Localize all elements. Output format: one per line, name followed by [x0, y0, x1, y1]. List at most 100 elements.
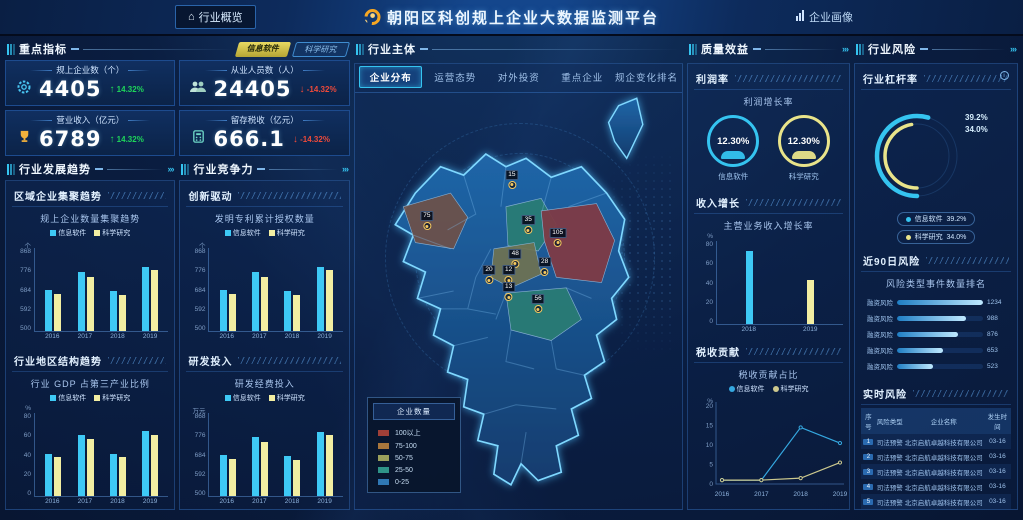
hatch-decoration	[746, 199, 841, 206]
dash-decoration	[95, 168, 103, 170]
gauge-label: 信息软件	[718, 171, 748, 182]
map-legend-title: 企业数量	[373, 403, 455, 420]
nav-industry-overview[interactable]: ⌂ 行业概览	[175, 5, 256, 29]
industry-main-panel: 企业分布运营态势对外投资重点企业规企变化排名	[354, 63, 683, 510]
tax-icon	[189, 129, 207, 149]
hatch-decoration	[108, 192, 166, 199]
hatch-decoration	[926, 257, 1009, 264]
trophy-icon	[15, 129, 33, 149]
profit-gauge: 12.30% 信息软件	[707, 115, 759, 182]
gauge-label: 科学研究	[789, 171, 819, 182]
stat-card-label: 规上企业数（个）	[11, 64, 169, 76]
legend-item: 0-25	[368, 476, 460, 488]
risk-rank-row: 融资风险653	[863, 345, 1009, 355]
legend-chip: 信息软件 39.2%	[897, 212, 976, 226]
dash-decoration	[920, 48, 928, 50]
risk-table-row[interactable]: 2司法预警北京启航卓越科技有限公司03-16	[861, 449, 1011, 464]
risk-header: 行业风险 ›››	[854, 39, 1018, 60]
tab-4[interactable]: 规企变化排名	[615, 67, 678, 87]
risk-table-row[interactable]: 1司法预警北京启航卓越科技有限公司03-16	[861, 434, 1011, 449]
stat-card: 留存税收（亿元） 666.1 ↓ -14.32%	[179, 110, 349, 156]
legend-chip: 科学研究 34.0%	[897, 230, 976, 244]
filter-pill[interactable]: 科学研究	[292, 42, 350, 57]
gauge-ring: 12.30%	[707, 115, 759, 167]
pin-icon	[534, 305, 542, 313]
hatch-decoration	[238, 357, 340, 364]
section-title: 重点指标	[19, 41, 67, 57]
section-bars-icon	[181, 164, 189, 175]
map-marker[interactable]: 105	[549, 228, 566, 247]
income-growth-chart: %80604020020182019	[694, 233, 843, 333]
line-decoration	[107, 169, 163, 170]
marker-value: 20	[482, 265, 495, 275]
pin-icon	[485, 276, 493, 284]
risk-table-row[interactable]: 4司法预警北京启航卓越科技有限公司03-16	[861, 479, 1011, 494]
stat-card: 从业人员数（人） 24405 ↓ -14.32%	[179, 60, 349, 106]
quality-header: 质量效益 ›››	[687, 39, 850, 60]
competitiveness-column: 行业竞争力 ››› 创新驱动 发明专利累计授权数量 信息软件科学研究个86877…	[179, 159, 349, 510]
marker-value: 12	[502, 265, 515, 275]
more-icon[interactable]: ›››	[342, 164, 348, 174]
section-title: 行业主体	[368, 41, 416, 57]
gauge-value: 12.30%	[717, 136, 749, 147]
chart-title: 主营业务收入增长率	[694, 214, 843, 233]
subsection-header: 实时风险	[861, 383, 1011, 405]
subsection-header: 行业地区结构趋势	[12, 350, 168, 372]
tab-1[interactable]: 运营态势	[424, 67, 486, 87]
subsection-header: 区域企业集聚趋势	[12, 185, 168, 207]
risk-table-row[interactable]: 5司法预警北京启航卓越科技有限公司03-16	[861, 494, 1011, 509]
stat-card-label: 留存税收（亿元）	[185, 114, 343, 126]
more-icon[interactable]: ›››	[1010, 44, 1016, 54]
info-icon[interactable]: i	[1000, 71, 1009, 80]
industry-filter-pills: 信息软件科学研究	[237, 42, 348, 57]
map-marker[interactable]: 20	[482, 265, 495, 284]
marker-value: 56	[531, 294, 544, 304]
hatch-decoration	[238, 192, 340, 199]
map-marker[interactable]: 35	[522, 215, 535, 234]
quality-panel: 利润率 利润增长率 12.30% 信息软件 12.30% 科学研究 收入增长 主…	[687, 63, 850, 510]
gauge-ring: 12.30%	[778, 115, 830, 167]
map-marker[interactable]: 13	[502, 282, 515, 301]
tab-3[interactable]: 重点企业	[552, 67, 614, 87]
risk-rank-row: 融资风险1234	[863, 297, 1009, 307]
marker-value: 13	[502, 282, 515, 292]
nav-enterprise-portrait[interactable]: 企业画像	[786, 6, 863, 28]
map-marker[interactable]: 56	[531, 294, 544, 313]
marker-value: 35	[522, 215, 535, 225]
risk-rank-chart: 融资风险1234融资风险988融资风险876融资风险653融资风险523	[861, 291, 1011, 377]
people-icon	[189, 80, 207, 99]
hatch-decoration	[924, 75, 1009, 82]
chart-title: 税收贡献占比	[694, 363, 843, 382]
leverage-gauge: 39.2%34.0%	[861, 90, 1011, 210]
more-icon[interactable]: ›››	[167, 164, 173, 174]
map-marker[interactable]: 15	[505, 170, 518, 189]
filter-pill[interactable]: 信息软件	[235, 42, 291, 57]
stat-delta: ↑ 14.32%	[109, 84, 143, 95]
tab-2[interactable]: 对外投资	[488, 67, 550, 87]
rnd-chart: 信息软件科学研究万元868776684592500201620172018201…	[186, 391, 342, 505]
svg-text:2017: 2017	[754, 491, 769, 498]
district-map-area: 157535105482820121356 企业数量 100以上75-10050…	[355, 93, 682, 509]
main-content: 重点指标 信息软件科学研究 规上企业数（个） 4405 ↑ 14.32% 从业人…	[0, 34, 1023, 515]
map-marker[interactable]: 75	[420, 211, 433, 230]
svg-text:39.2%: 39.2%	[965, 113, 988, 122]
subsection-header: 行业杠杆率i	[861, 68, 1011, 90]
more-icon[interactable]: ›››	[842, 44, 848, 54]
stat-card-label: 从业人员数（人）	[185, 64, 343, 76]
risk-rank-row: 融资风险523	[863, 361, 1009, 371]
realtime-risk-table: 序号风险类型企业名称发生时间1司法预警北京启航卓越科技有限公司03-162司法预…	[861, 405, 1011, 510]
svg-text:2016: 2016	[715, 491, 730, 498]
stat-value: 6789	[39, 127, 101, 151]
marker-value: 48	[509, 249, 522, 259]
dev-trend-column: 行业发展趋势 ››› 区域企业集聚趋势 规上企业数量集聚趋势 信息软件科学研究个…	[5, 159, 175, 510]
tab-0[interactable]: 企业分布	[359, 66, 423, 88]
risk-table-row[interactable]: 6司法预警北京启航卓越科技有限公司03-16	[861, 509, 1011, 510]
stat-card: 营业收入（亿元） 6789 ↑ 14.32%	[5, 110, 175, 156]
svg-text:2018: 2018	[793, 491, 808, 498]
risk-table-row[interactable]: 3司法预警北京启航卓越科技有限公司03-16	[861, 464, 1011, 479]
key-indicators-panel: 重点指标 信息软件科学研究 规上企业数（个） 4405 ↑ 14.32% 从业人…	[5, 39, 350, 156]
section-bars-icon	[356, 44, 364, 55]
line-decoration	[932, 49, 1006, 50]
stat-delta: ↓ -14.32%	[300, 84, 337, 95]
map-marker[interactable]: 28	[538, 257, 551, 276]
